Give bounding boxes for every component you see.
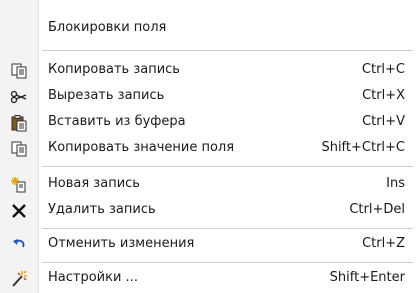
new-record-icon <box>9 175 29 195</box>
menu-item-copy-field-value[interactable]: Копировать значение поля Shift+Ctrl+C <box>0 136 419 162</box>
menu-separator <box>42 228 413 229</box>
context-menu: Блокировки поля Копировать запись Ctrl+C <box>0 0 419 293</box>
menu-item-delete-record[interactable]: Удалить запись Ctrl+Del <box>0 198 419 224</box>
menu-separator <box>42 50 413 51</box>
menu-item-label: Удалить запись <box>48 202 156 217</box>
menu-item-shortcut: Ctrl+C <box>361 62 405 77</box>
menu-item-cut-record[interactable]: Вырезать запись Ctrl+X <box>0 84 419 110</box>
menu-item-label: Вырезать запись <box>48 88 165 103</box>
menu-item-paste[interactable]: Вставить из буфера Ctrl+V <box>0 110 419 136</box>
menu-item-shortcut: Ins <box>386 176 405 191</box>
menu-item-label: Отменить изменения <box>48 236 195 251</box>
copy-icon <box>9 61 29 81</box>
menu-separator <box>42 166 413 167</box>
settings-wand-icon <box>9 269 29 289</box>
menu-item-settings[interactable]: Настройки ... Shift+Enter <box>0 266 419 292</box>
menu-item-label: Новая запись <box>48 176 140 191</box>
scissors-icon <box>9 87 29 107</box>
delete-x-icon <box>9 201 29 221</box>
menu-item-label: Копировать значение поля <box>48 140 235 155</box>
menu-item-label: Блокировки поля <box>48 20 167 35</box>
menu-item-shortcut: Ctrl+Z <box>362 236 405 251</box>
menu-item-shortcut: Ctrl+X <box>362 88 405 103</box>
menu-item-label: Настройки ... <box>48 270 138 285</box>
paste-icon <box>9 113 29 133</box>
menu-item-shortcut: Shift+Ctrl+C <box>321 140 405 155</box>
menu-item-label: Копировать запись <box>48 62 180 77</box>
menu-item-label: Вставить из буфера <box>48 114 186 129</box>
copy-icon <box>9 139 29 159</box>
menu-item-undo-changes[interactable]: Отменить изменения Ctrl+Z <box>0 232 419 258</box>
menu-item-copy-record[interactable]: Копировать запись Ctrl+C <box>0 58 419 84</box>
undo-icon <box>9 235 29 255</box>
menu-item-new-record[interactable]: Новая запись Ins <box>0 172 419 198</box>
menu-item-shortcut: Shift+Enter <box>329 270 405 285</box>
menu-separator <box>42 262 413 263</box>
menu-item-shortcut: Ctrl+Del <box>349 202 405 217</box>
menu-item-field-locks[interactable]: Блокировки поля <box>0 16 419 42</box>
menu-item-shortcut: Ctrl+V <box>362 114 405 129</box>
